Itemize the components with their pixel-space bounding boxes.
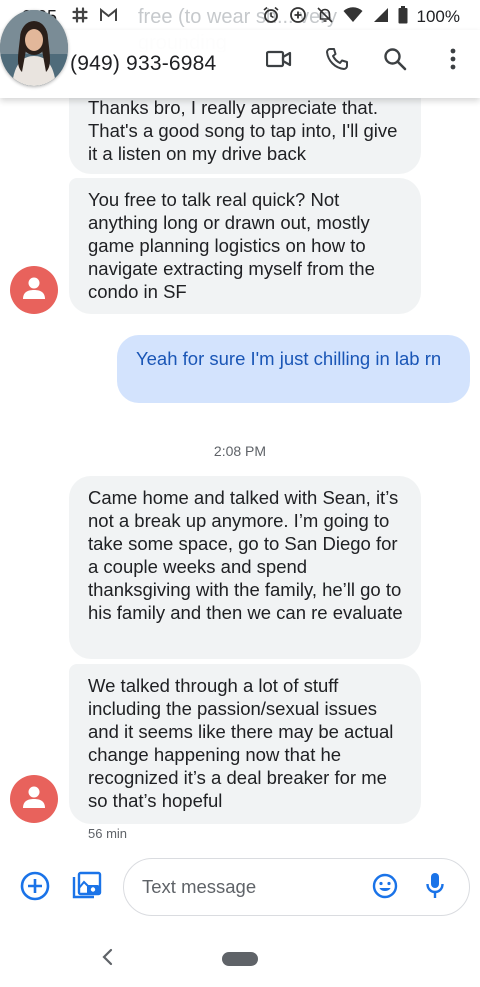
battery-icon xyxy=(398,5,408,29)
outgoing-message-bubble[interactable]: Yeah for sure I'm just chilling in lab r… xyxy=(117,335,470,403)
more-options-button[interactable] xyxy=(436,44,470,78)
sender-avatar[interactable] xyxy=(10,266,58,314)
incoming-message-bubble[interactable]: We talked through a lot of stuff includi… xyxy=(69,664,421,824)
slack-icon xyxy=(71,6,89,29)
voice-input-button[interactable] xyxy=(418,871,452,905)
more-options-icon xyxy=(449,47,457,76)
compose-field[interactable] xyxy=(123,858,470,916)
gmail-icon xyxy=(99,7,118,28)
data-saver-icon xyxy=(289,6,307,29)
add-attachment-button[interactable] xyxy=(18,871,52,905)
gallery-camera-icon xyxy=(71,870,103,907)
notifications-off-icon xyxy=(316,6,334,29)
contact-name: (949) 933-6984 xyxy=(70,52,217,75)
person-icon xyxy=(21,275,47,306)
emoji-icon xyxy=(372,873,398,904)
system-navigation-bar xyxy=(0,935,480,987)
sender-avatar[interactable] xyxy=(10,775,58,823)
person-icon xyxy=(21,784,47,815)
back-button[interactable] xyxy=(96,945,118,973)
status-bar: 3:05 100% xyxy=(0,0,480,34)
search-button[interactable] xyxy=(378,44,412,78)
phone-icon xyxy=(325,47,349,76)
phone-call-button[interactable] xyxy=(320,44,354,78)
search-icon xyxy=(383,47,407,76)
wifi-icon xyxy=(343,6,363,28)
incoming-message-bubble[interactable]: You free to talk real quick? Not anythin… xyxy=(69,178,421,314)
timestamp-divider: 2:08 PM xyxy=(213,443,267,459)
incoming-message-bubble[interactable]: Came home and talked with Sean, it’s not… xyxy=(69,476,421,659)
text-message-input[interactable] xyxy=(142,876,362,898)
emoji-button[interactable] xyxy=(368,871,402,905)
contact-avatar[interactable] xyxy=(0,10,68,86)
alarm-icon xyxy=(262,6,280,29)
signal-icon xyxy=(372,7,389,28)
message-timestamp: 56 min xyxy=(88,826,128,841)
gallery-button[interactable] xyxy=(70,871,104,905)
video-call-button[interactable] xyxy=(262,44,296,78)
incoming-message-bubble[interactable]: Thanks bro, I really appreciate that. Th… xyxy=(69,86,421,174)
add-circle-icon xyxy=(20,871,50,906)
chevron-left-icon xyxy=(101,945,113,973)
microphone-icon xyxy=(425,872,445,905)
home-pill[interactable] xyxy=(222,952,258,966)
battery-percent: 100% xyxy=(416,7,460,26)
header-actions xyxy=(262,44,470,78)
compose-bar xyxy=(0,856,480,922)
video-call-icon xyxy=(265,50,292,73)
message-list[interactable]: Thanks bro, I really appreciate that. Th… xyxy=(0,0,480,850)
